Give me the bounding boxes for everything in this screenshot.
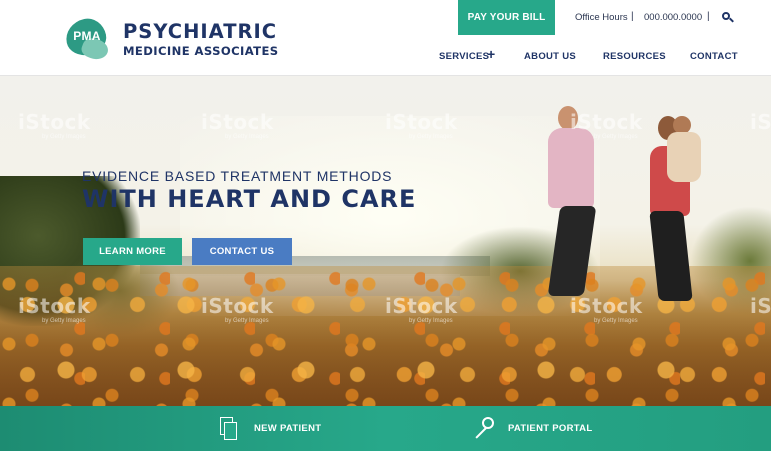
pay-bill-button[interactable]: PAY YOUR BILL xyxy=(458,0,555,35)
watermark: iStock xyxy=(750,110,771,134)
search-icon[interactable] xyxy=(722,12,734,23)
document-icon xyxy=(220,416,238,441)
new-patient-link[interactable]: NEW PATIENT xyxy=(220,406,321,451)
watermark-sub: by Getty Images xyxy=(42,318,86,324)
watermark: iStock xyxy=(570,110,643,134)
watermark-sub: by Getty Images xyxy=(594,318,638,324)
services-expand-icon[interactable]: + xyxy=(487,46,495,62)
logo[interactable]: PMA PSYCHIATRIC MEDICINE ASSOCIATES xyxy=(62,15,294,63)
hero-subtitle: EVIDENCE BASED TREATMENT METHODS xyxy=(82,168,393,184)
site-header: PMA PSYCHIATRIC MEDICINE ASSOCIATES PAY … xyxy=(0,0,771,76)
watermark: iStock xyxy=(201,110,274,134)
logo-badge-icon: PMA xyxy=(62,15,111,63)
page-bottom-edge xyxy=(0,451,771,457)
nav-contact[interactable]: CONTACT xyxy=(690,51,738,62)
quick-links-bar: NEW PATIENT PATIENT PORTAL xyxy=(0,406,771,451)
phone-link[interactable]: 000.000.0000 xyxy=(644,12,702,23)
watermark: iStock xyxy=(750,294,771,318)
hero-photo-child xyxy=(665,116,705,206)
watermark: iStock xyxy=(570,294,643,318)
watermark-sub: by Getty Images xyxy=(225,134,269,140)
nav-about-us[interactable]: ABOUT US xyxy=(524,51,576,62)
patient-portal-label: PATIENT PORTAL xyxy=(508,423,593,434)
watermark-sub: by Getty Images xyxy=(225,318,269,324)
watermark: iStock xyxy=(18,294,91,318)
logo-badge-text: PMA xyxy=(73,29,101,43)
watermark: iStock xyxy=(385,294,458,318)
watermark-sub: by Getty Images xyxy=(409,318,453,324)
watermark-sub: by Getty Images xyxy=(409,134,453,140)
separator: | xyxy=(707,11,710,22)
watermark: iStock xyxy=(385,110,458,134)
learn-more-button[interactable]: LEARN MORE xyxy=(83,238,182,265)
separator: | xyxy=(631,11,634,22)
watermark: iStock xyxy=(18,110,91,134)
contact-us-button[interactable]: CONTACT US xyxy=(192,238,292,265)
hero-title: WITH HEART AND CARE xyxy=(82,185,417,213)
key-icon xyxy=(470,416,496,441)
nav-resources[interactable]: RESOURCES xyxy=(603,51,666,62)
watermark-sub: by Getty Images xyxy=(42,134,86,140)
new-patient-label: NEW PATIENT xyxy=(254,423,322,434)
brand-name-line2: MEDICINE ASSOCIATES xyxy=(123,44,279,58)
nav-services[interactable]: SERVICES xyxy=(439,51,489,62)
office-hours-link[interactable]: Office Hours xyxy=(575,12,628,23)
hero-banner: iStock by Getty Images iStock by Getty I… xyxy=(0,76,771,406)
brand-name-line1: PSYCHIATRIC xyxy=(123,20,278,43)
patient-portal-link[interactable]: PATIENT PORTAL xyxy=(470,406,592,451)
watermark: iStock xyxy=(201,294,274,318)
watermark-sub: by Getty Images xyxy=(594,134,638,140)
